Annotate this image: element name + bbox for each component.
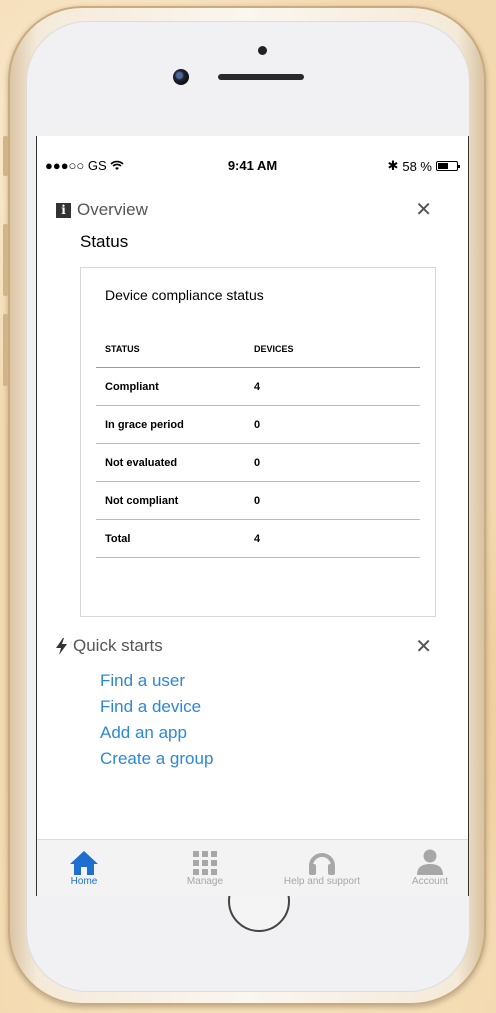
- app-screen: ●●●○○ GS 9:41 AM ✱ 58 % i Overview ✕ Sta…: [36, 136, 469, 896]
- table-header-row: STATUS DEVICES: [96, 331, 420, 368]
- mute-switch: [3, 136, 8, 176]
- tab-help-label: Help and support: [283, 876, 361, 887]
- quick-starts-header: Quick starts: [56, 636, 163, 656]
- table-row[interactable]: Total 4: [96, 519, 420, 558]
- row-devices: 4: [245, 367, 420, 406]
- add-app-link[interactable]: Add an app: [100, 720, 213, 746]
- status-right: ✱ 58 %: [387, 158, 460, 174]
- earpiece-speaker: [218, 74, 304, 80]
- row-status: Not evaluated: [96, 443, 245, 482]
- card-title: Device compliance status: [105, 287, 264, 303]
- compliance-table: STATUS DEVICES Compliant 4 In grace peri…: [96, 331, 420, 558]
- row-devices: 0: [245, 481, 420, 520]
- status-bar: ●●●○○ GS 9:41 AM ✱ 58 %: [37, 136, 468, 180]
- battery-percent: 58 %: [402, 158, 432, 174]
- quick-starts-links: Find a user Find a device Add an app Cre…: [100, 668, 213, 772]
- row-status: Compliant: [96, 367, 245, 406]
- column-header-status: STATUS: [96, 331, 245, 368]
- grid-icon: [193, 851, 217, 875]
- table-row[interactable]: Not compliant 0: [96, 481, 420, 520]
- column-header-devices: DEVICES: [245, 331, 420, 368]
- battery-fill: [438, 163, 448, 169]
- row-status: Not compliant: [96, 481, 245, 520]
- tab-bar: Home Manage Help and support Account: [37, 839, 468, 896]
- table-row[interactable]: Compliant 4: [96, 367, 420, 406]
- volume-up-button: [3, 224, 8, 296]
- row-devices: 0: [245, 443, 420, 482]
- tab-account[interactable]: Account: [380, 840, 468, 896]
- proximity-sensor: [258, 46, 267, 55]
- compliance-card: Device compliance status STATUS DEVICES …: [80, 267, 436, 617]
- lightning-icon: [56, 637, 67, 655]
- tab-help[interactable]: Help and support: [272, 840, 372, 896]
- find-device-link[interactable]: Find a device: [100, 694, 213, 720]
- table-row[interactable]: In grace period 0: [96, 405, 420, 444]
- row-status: Total: [96, 519, 245, 558]
- tab-manage-label: Manage: [186, 876, 224, 887]
- home-icon: [70, 851, 98, 875]
- create-group-link[interactable]: Create a group: [100, 746, 213, 772]
- tab-account-label: Account: [411, 876, 449, 887]
- quick-starts-close-icon[interactable]: ✕: [415, 634, 432, 658]
- row-devices: 4: [245, 519, 420, 558]
- bluetooth-icon: ✱: [387, 158, 399, 173]
- headset-icon: [309, 853, 335, 875]
- person-icon: [417, 849, 443, 875]
- row-devices: 0: [245, 405, 420, 444]
- front-camera: [173, 69, 189, 85]
- volume-down-button: [3, 314, 8, 386]
- find-user-link[interactable]: Find a user: [100, 668, 213, 694]
- battery-icon: [436, 161, 460, 171]
- status-subtitle: Status: [80, 232, 129, 251]
- tab-home-label: Home: [70, 876, 98, 887]
- overview-title: Overview: [77, 200, 148, 219]
- overview-header: i Overview: [56, 200, 148, 220]
- tab-manage[interactable]: Manage: [155, 840, 255, 896]
- row-status: In grace period: [96, 405, 245, 444]
- info-icon: i: [56, 202, 71, 218]
- tab-home[interactable]: Home: [37, 840, 134, 896]
- table-row[interactable]: Not evaluated 0: [96, 443, 420, 482]
- quick-starts-title: Quick starts: [73, 636, 163, 655]
- overview-close-icon[interactable]: ✕: [415, 197, 432, 221]
